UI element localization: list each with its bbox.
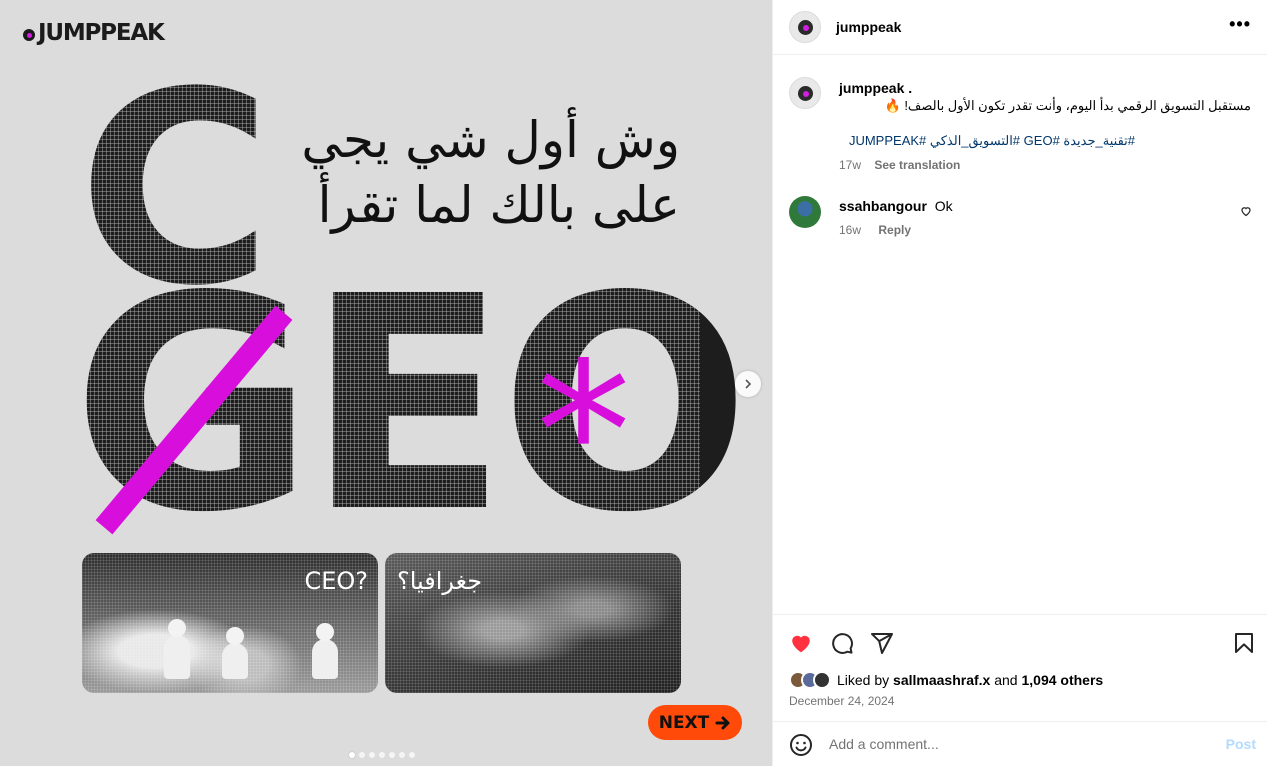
- carousel-next-button[interactable]: [735, 371, 761, 397]
- pawn-shape: [312, 623, 338, 679]
- caption-body: مستقبل التسويق الرقمي بدأ اليوم، وأنت تق…: [904, 98, 1251, 113]
- comment-age: 16w: [839, 223, 862, 237]
- share-icon[interactable]: [870, 631, 894, 655]
- header-username[interactable]: jumppeak: [836, 19, 901, 35]
- caption-age: 17w: [839, 158, 862, 172]
- caption-avatar[interactable]: [789, 77, 821, 109]
- comment-like-heart-icon[interactable]: [1240, 205, 1252, 217]
- carousel-dots: [349, 752, 415, 758]
- arrow-right-icon: [715, 716, 730, 729]
- asterisk-mark: *: [536, 322, 631, 543]
- likes-others-count[interactable]: 1,094 others: [1021, 672, 1103, 688]
- fire-emoji-icon: 🔥: [884, 98, 901, 113]
- next-label: NEXT: [658, 712, 710, 733]
- carousel-dot: [369, 752, 375, 758]
- caption-text: مستقبل التسويق الرقمي بدأ اليوم، وأنت تق…: [839, 97, 1252, 115]
- comment-text: Ok: [934, 198, 953, 214]
- liked-by-prefix: Liked by: [837, 672, 890, 688]
- like-heart-icon[interactable]: [789, 631, 813, 655]
- post-side-panel: jumppeak ••• jumppeak . مستقبل التسويق ا…: [772, 0, 1267, 766]
- avatar[interactable]: [789, 11, 821, 43]
- likes-summary: Liked by sallmaashraf.x and 1,094 others: [789, 671, 1103, 689]
- emoji-icon[interactable]: [789, 733, 813, 757]
- likes-and: and: [994, 672, 1018, 688]
- next-badge: NEXT: [648, 705, 742, 740]
- carousel-dot: [359, 752, 365, 758]
- pawn-shape: [164, 619, 190, 679]
- carousel-dot: [409, 752, 415, 758]
- caption-hashtags[interactable]: #تقنية_جديدة #GEO #التسويق_الذكي #JUMPPE…: [839, 133, 1135, 149]
- liker-avatars: [789, 671, 831, 689]
- post-date[interactable]: December 24, 2024: [789, 694, 894, 708]
- carousel-dot: [379, 752, 385, 758]
- big-word-geo: GEO: [72, 233, 750, 577]
- post-actions: Liked by sallmaashraf.x and 1,094 others…: [773, 614, 1267, 721]
- see-translation-button[interactable]: See translation: [874, 158, 960, 172]
- more-options-icon[interactable]: •••: [1229, 14, 1251, 35]
- comment-item: ssahbangour Ok 16w Reply: [789, 196, 1252, 237]
- liker-avatar: [813, 671, 831, 689]
- comment-username[interactable]: ssahbangour: [839, 198, 927, 214]
- carousel-dot: [389, 752, 395, 758]
- carousel-dot: [399, 752, 405, 758]
- brand-mark-icon: [21, 25, 37, 41]
- headline-line-2: على بالك لما تقرأ: [317, 176, 680, 234]
- pawn-shape: [222, 627, 248, 679]
- caption-meta: 17w See translation: [839, 158, 960, 172]
- card-ceo-label: CEO?: [304, 567, 368, 595]
- card-geography-label: جغرافيا؟: [397, 567, 483, 595]
- caption-username[interactable]: jumppeak .: [839, 80, 912, 96]
- card-ceo: CEO?: [82, 553, 378, 693]
- post-header: jumppeak •••: [773, 0, 1267, 55]
- comment-meta: 16w Reply: [839, 223, 911, 237]
- liker-username[interactable]: sallmaashraf.x: [893, 672, 990, 688]
- post-media[interactable]: JUMPPEAK C GEO * وش أول شي يجي على بالك …: [0, 0, 772, 766]
- comment-icon[interactable]: [830, 631, 854, 655]
- post-comment-button[interactable]: Post: [1226, 736, 1256, 752]
- comment-input[interactable]: [829, 732, 1209, 756]
- card-geography: جغرافيا؟: [385, 553, 681, 693]
- chevron-right-icon: [745, 379, 752, 389]
- headline-line-1: وش أول شي يجي: [301, 111, 680, 169]
- comment-avatar[interactable]: [789, 196, 821, 228]
- save-bookmark-icon[interactable]: [1232, 631, 1256, 655]
- comment-user-line: ssahbangour Ok: [839, 198, 953, 214]
- headline: وش أول شي يجي على بالك لما تقرأ: [260, 108, 680, 238]
- reply-button[interactable]: Reply: [878, 223, 911, 237]
- carousel-dot: [349, 752, 355, 758]
- add-comment-bar: Post: [773, 721, 1267, 766]
